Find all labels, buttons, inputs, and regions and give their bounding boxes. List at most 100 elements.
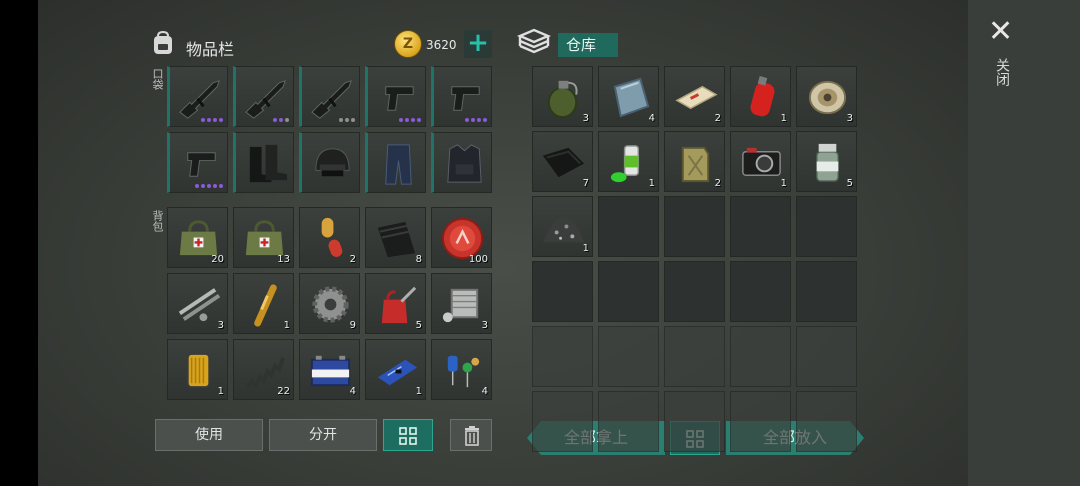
- warehouse-slot[interactable]: 1: [598, 131, 659, 192]
- item-count: 4: [349, 386, 356, 397]
- warehouse-slot[interactable]: 1: [532, 196, 593, 257]
- empty-warehouse-slot[interactable]: [796, 196, 857, 257]
- empty-warehouse-slot[interactable]: [796, 326, 857, 387]
- item-count: 20: [211, 254, 224, 265]
- empty-warehouse-slot[interactable]: [532, 261, 593, 322]
- warehouse-slot[interactable]: 1: [730, 66, 791, 127]
- empty-warehouse-slot[interactable]: [664, 261, 725, 322]
- pocket-slot[interactable]: [431, 66, 492, 127]
- pocket-slot[interactable]: [365, 66, 426, 127]
- item-count: 9: [349, 320, 356, 331]
- grid-icon: [399, 427, 417, 445]
- pocket-slot[interactable]: [167, 66, 228, 127]
- item-count: 4: [648, 113, 655, 124]
- backpack-slot[interactable]: 9: [299, 273, 360, 334]
- backpack-slot[interactable]: 20: [167, 207, 228, 268]
- empty-warehouse-slot[interactable]: [730, 391, 791, 452]
- pocket-slot[interactable]: [431, 132, 492, 193]
- empty-warehouse-slot[interactable]: [598, 261, 659, 322]
- backpack-slot[interactable]: 3: [167, 273, 228, 334]
- empty-warehouse-slot[interactable]: [730, 261, 791, 322]
- grenade-icon: [547, 80, 578, 119]
- sort-button[interactable]: [383, 419, 433, 451]
- rarity-dots: [273, 118, 289, 122]
- ampoule-icon: [254, 284, 277, 327]
- pocket-slot[interactable]: [233, 66, 294, 127]
- item-count: 1: [217, 386, 224, 397]
- item-count: 3: [217, 320, 224, 331]
- backpack-slot[interactable]: 2: [299, 207, 360, 268]
- use-button[interactable]: 使用: [155, 419, 263, 451]
- spray-can-icon: [610, 145, 640, 183]
- rarity-dots: [339, 118, 355, 122]
- battery-icon: [310, 355, 351, 387]
- rarity-dots: [195, 184, 223, 188]
- pocket-slot[interactable]: [233, 132, 294, 193]
- pocket-slot[interactable]: [365, 132, 426, 193]
- pocket-slot[interactable]: [167, 132, 228, 193]
- backpack-slot[interactable]: 13: [233, 207, 294, 268]
- backpack-slot[interactable]: 1: [233, 273, 294, 334]
- backpack-slot[interactable]: 100: [431, 207, 492, 268]
- electronic-parts-icon: [447, 355, 480, 388]
- warehouse-slot[interactable]: 1: [730, 131, 791, 192]
- warehouse-slot[interactable]: 2: [664, 131, 725, 192]
- add-coins-button[interactable]: +: [464, 30, 492, 58]
- oil-can-icon: [381, 286, 417, 324]
- backpack-slot[interactable]: 22: [233, 339, 294, 400]
- empty-warehouse-slot[interactable]: [532, 391, 593, 452]
- rifle-icon: [311, 80, 352, 119]
- empty-warehouse-slot[interactable]: [598, 196, 659, 257]
- empty-warehouse-slot[interactable]: [730, 196, 791, 257]
- rifle-icon: [179, 80, 220, 119]
- rarity-dots: [465, 118, 487, 122]
- empty-warehouse-slot[interactable]: [730, 326, 791, 387]
- warehouse-icon: [516, 28, 552, 54]
- pocket-label: 口袋: [151, 68, 164, 90]
- gas-cylinder-icon: [750, 76, 775, 117]
- empty-warehouse-slot[interactable]: [664, 196, 725, 257]
- backpack-slot[interactable]: 3: [431, 273, 492, 334]
- pocket-slot[interactable]: [299, 132, 360, 193]
- empty-warehouse-slot[interactable]: [664, 326, 725, 387]
- backpack-slot[interactable]: 4: [431, 339, 492, 400]
- warehouse-slot[interactable]: 4: [598, 66, 659, 127]
- empty-warehouse-slot[interactable]: [664, 391, 725, 452]
- warehouse-slot[interactable]: 3: [796, 66, 857, 127]
- circuit-board-icon: [377, 359, 418, 386]
- boots-icon: [249, 144, 288, 183]
- trash-button[interactable]: [450, 419, 492, 451]
- empty-warehouse-slot[interactable]: [796, 391, 857, 452]
- item-count: 3: [582, 113, 589, 124]
- pistol-icon: [385, 86, 414, 111]
- backpack-slot[interactable]: 8: [365, 207, 426, 268]
- close-label[interactable]: 关闭: [990, 58, 1010, 86]
- warehouse-slot[interactable]: 7: [532, 131, 593, 192]
- empty-warehouse-slot[interactable]: [532, 326, 593, 387]
- rifle-icon: [245, 80, 286, 119]
- pocket-slot[interactable]: [299, 66, 360, 127]
- warehouse-slot[interactable]: 2: [664, 66, 725, 127]
- rarity-dots: [399, 118, 421, 122]
- fabric-roll-icon: [377, 221, 416, 258]
- item-count: 1: [780, 178, 787, 189]
- close-icon[interactable]: ✕: [988, 17, 1013, 47]
- warehouse-slot[interactable]: 5: [796, 131, 857, 192]
- item-count: 4: [481, 386, 488, 397]
- item-count: 8: [415, 254, 422, 265]
- backpack-slot[interactable]: 4: [299, 339, 360, 400]
- item-count: 2: [349, 254, 356, 265]
- helmet-icon: [315, 148, 350, 177]
- warehouse-slot[interactable]: 3: [532, 66, 593, 127]
- backpack-slot[interactable]: 5: [365, 273, 426, 334]
- split-button[interactable]: 分开: [269, 419, 377, 451]
- item-count: 100: [468, 254, 488, 265]
- warehouse-title: 仓库: [558, 33, 618, 57]
- empty-warehouse-slot[interactable]: [598, 326, 659, 387]
- backpack-slot[interactable]: 1: [365, 339, 426, 400]
- coin-amount: 3620: [426, 38, 457, 52]
- empty-warehouse-slot[interactable]: [598, 391, 659, 452]
- empty-warehouse-slot[interactable]: [796, 261, 857, 322]
- backpack-slot[interactable]: 1: [167, 339, 228, 400]
- backpack-icon: [154, 30, 172, 54]
